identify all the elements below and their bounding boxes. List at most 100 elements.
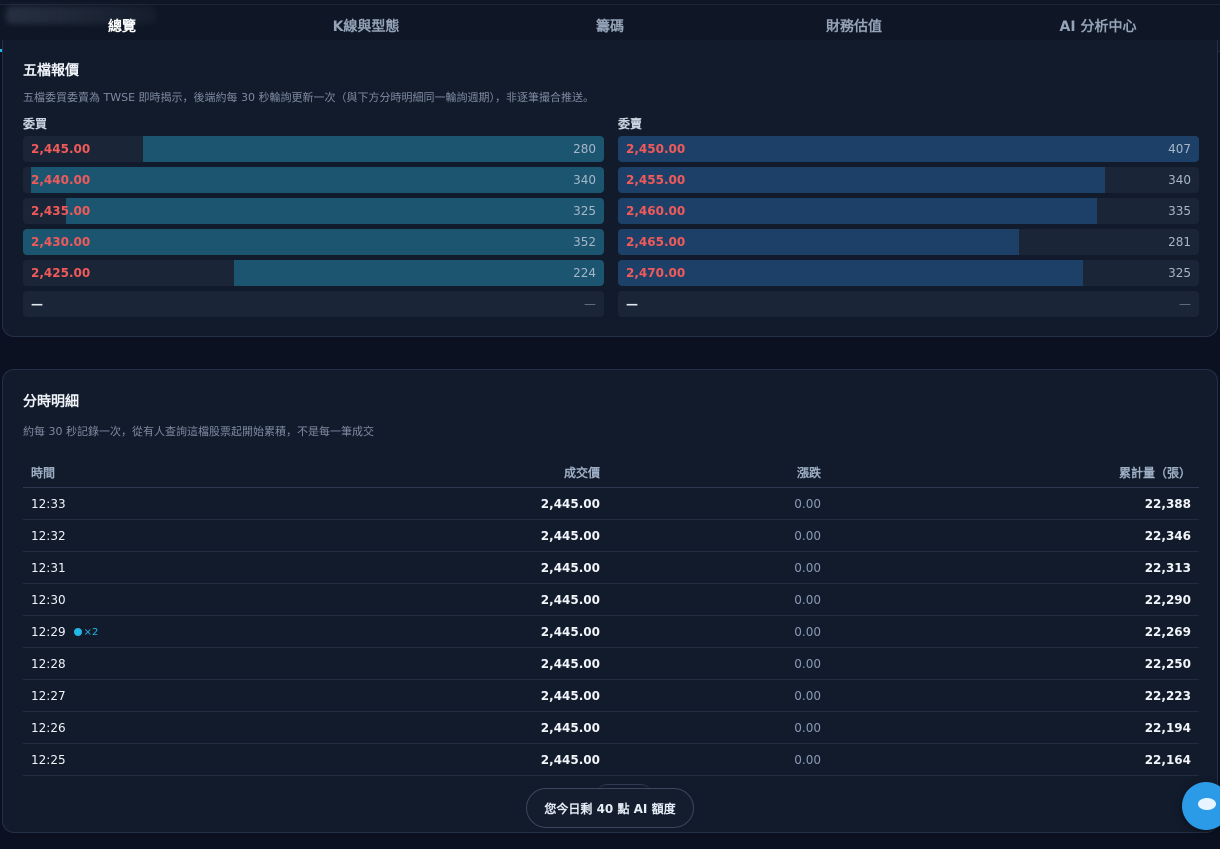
intraday-card: 分時明細 約每 30 秒記錄一次，從有人查詢這檔股票起開始累積，不是每一筆成交 … bbox=[2, 369, 1218, 833]
cell-time: 12:30 bbox=[23, 593, 243, 607]
ask-volume-bar bbox=[618, 167, 1105, 193]
cell-price: 2,445.00 bbox=[540, 688, 600, 703]
cell-price: 2,445.00 bbox=[540, 656, 600, 671]
table-row: 12:25 2,445.00 0.00 22,164 bbox=[23, 744, 1199, 776]
order-book-card: 五檔報價 五檔委買委賣為 TWSE 即時揭示，後端約每 30 秒輪詢更新一次（與… bbox=[2, 40, 1218, 337]
table-row: 12:27 2,445.00 0.00 22,223 bbox=[23, 680, 1199, 712]
cell-change: 0.00 bbox=[794, 560, 821, 575]
order-book-subtitle: 五檔委買委賣為 TWSE 即時揭示，後端約每 30 秒輪詢更新一次（與下方分時明… bbox=[23, 91, 595, 104]
bid-price: 2,430.00 bbox=[31, 235, 91, 249]
ask-volume-bar bbox=[618, 198, 1097, 224]
cell-volume: 22,164 bbox=[1144, 752, 1191, 767]
cell-volume: 22,388 bbox=[1144, 496, 1191, 511]
ask-row: 2,450.00 407 bbox=[618, 136, 1199, 162]
bid-volume: 340 bbox=[573, 173, 596, 187]
cell-time: 12:25 bbox=[23, 753, 243, 767]
cell-price: 2,445.00 bbox=[540, 528, 600, 543]
cell-price: 2,445.00 bbox=[540, 624, 600, 639]
ask-volume: — bbox=[1179, 297, 1191, 311]
cell-change: 0.00 bbox=[794, 752, 821, 767]
cell-change: 0.00 bbox=[794, 688, 821, 703]
ai-quota-button[interactable]: 您今日剩 40 點 AI 額度 bbox=[526, 788, 694, 828]
bid-volume: 224 bbox=[573, 266, 596, 280]
table-row: 12:29 ×2 2,445.00 0.00 22,269 bbox=[23, 616, 1199, 648]
bid-volume: 280 bbox=[573, 142, 596, 156]
cell-change: 0.00 bbox=[794, 624, 821, 639]
repeat-marker: ×2 bbox=[83, 626, 99, 638]
cell-volume: 22,290 bbox=[1144, 592, 1191, 607]
time-value: 12:29 bbox=[31, 624, 66, 639]
chat-bubble-icon bbox=[1198, 798, 1216, 810]
cell-change: 0.00 bbox=[794, 496, 821, 511]
time-value: 12:32 bbox=[31, 528, 66, 543]
ask-price: 2,455.00 bbox=[626, 173, 686, 187]
ask-volume: 340 bbox=[1168, 173, 1191, 187]
bid-row: 2,445.00 280 bbox=[23, 136, 604, 162]
bid-volume: — bbox=[584, 297, 596, 311]
intraday-subtitle: 約每 30 秒記錄一次，從有人查詢這檔股票起開始累積，不是每一筆成交 bbox=[23, 425, 374, 438]
time-value: 12:25 bbox=[31, 752, 66, 767]
cell-volume: 22,250 bbox=[1144, 656, 1191, 671]
table-row: 12:31 2,445.00 0.00 22,313 bbox=[23, 552, 1199, 584]
cell-time: 12:28 bbox=[23, 657, 243, 671]
bid-price: — bbox=[31, 297, 43, 311]
cell-time: 12:26 bbox=[23, 721, 243, 735]
bid-row: 2,440.00 340 bbox=[23, 167, 604, 193]
header-volume[interactable]: 累計量（張） bbox=[821, 464, 1199, 481]
ask-price: 2,450.00 bbox=[626, 142, 686, 156]
cell-change: 0.00 bbox=[794, 656, 821, 671]
cell-price: 2,445.00 bbox=[540, 592, 600, 607]
bid-volume: 352 bbox=[573, 235, 596, 249]
bid-price: 2,445.00 bbox=[31, 142, 91, 156]
bid-price: 2,435.00 bbox=[31, 204, 91, 218]
ask-price: 2,465.00 bbox=[626, 235, 686, 249]
bid-book: 2,445.00 280 2,440.00 340 2,435.00 325 2,430.0… bbox=[23, 136, 604, 322]
ask-price: — bbox=[626, 297, 638, 311]
cell-price: 2,445.00 bbox=[540, 752, 600, 767]
cell-volume: 22,346 bbox=[1144, 528, 1191, 543]
bid-volume-bar bbox=[142, 136, 604, 162]
cell-volume: 22,313 bbox=[1144, 560, 1191, 575]
order-book-title: 五檔報價 bbox=[23, 63, 79, 79]
bid-row: 2,430.00 352 bbox=[23, 229, 604, 255]
table-header: 時間 成交價 漲跌 累計量（張） bbox=[23, 458, 1199, 488]
ask-price: 2,470.00 bbox=[626, 266, 686, 280]
cell-volume: 22,223 bbox=[1144, 688, 1191, 703]
ask-volume-bar bbox=[618, 260, 1083, 286]
intraday-table: 時間 成交價 漲跌 累計量（張） 12:33 2,445.00 0.00 22,388… bbox=[23, 458, 1199, 776]
cell-change: 0.00 bbox=[794, 592, 821, 607]
ask-row: — — bbox=[618, 291, 1199, 317]
ask-label: 委賣 bbox=[618, 117, 643, 131]
header-time[interactable]: 時間 bbox=[23, 464, 243, 481]
cell-price: 2,445.00 bbox=[540, 560, 600, 575]
dot-icon bbox=[73, 628, 82, 636]
table-row: 12:30 2,445.00 0.00 22,290 bbox=[23, 584, 1199, 616]
intraday-title: 分時明細 bbox=[23, 394, 79, 410]
ask-volume: 335 bbox=[1168, 204, 1191, 218]
header-price[interactable]: 成交價 bbox=[243, 464, 600, 481]
ask-row: 2,460.00 335 bbox=[618, 198, 1199, 224]
cell-time: 12:29 ×2 bbox=[23, 625, 243, 639]
time-value: 12:30 bbox=[31, 592, 66, 607]
table-row: 12:32 2,445.00 0.00 22,346 bbox=[23, 520, 1199, 552]
header-change[interactable]: 漲跌 bbox=[600, 464, 821, 481]
time-value: 12:31 bbox=[31, 560, 66, 575]
ask-price: 2,460.00 bbox=[626, 204, 686, 218]
cell-time: 12:32 bbox=[23, 529, 243, 543]
cell-price: 2,445.00 bbox=[540, 496, 600, 511]
time-value: 12:28 bbox=[31, 656, 66, 671]
ask-volume: 325 bbox=[1168, 266, 1191, 280]
bid-row: 2,435.00 325 bbox=[23, 198, 604, 224]
ask-volume: 281 bbox=[1168, 235, 1191, 249]
cell-price: 2,445.00 bbox=[540, 720, 600, 735]
bid-row: — — bbox=[23, 291, 604, 317]
ask-row: 2,465.00 281 bbox=[618, 229, 1199, 255]
cell-time: 12:31 bbox=[23, 561, 243, 575]
bid-volume-bar bbox=[23, 229, 604, 255]
table-row: 12:26 2,445.00 0.00 22,194 bbox=[23, 712, 1199, 744]
time-value: 12:33 bbox=[31, 496, 66, 511]
cell-time: 12:33 bbox=[23, 497, 243, 511]
cell-change: 0.00 bbox=[794, 720, 821, 735]
bid-price: 2,425.00 bbox=[31, 266, 91, 280]
bid-row: 2,425.00 224 bbox=[23, 260, 604, 286]
